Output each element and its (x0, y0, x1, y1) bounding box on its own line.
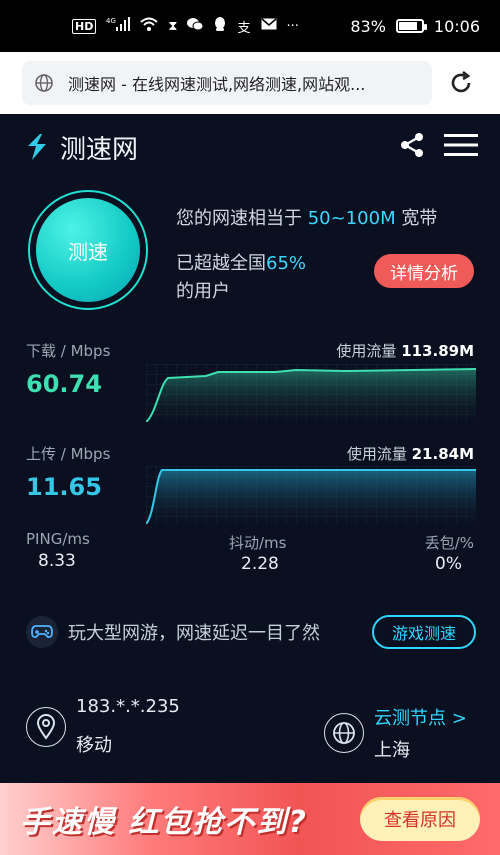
battery-icon (395, 19, 427, 33)
globe-node-icon (324, 713, 364, 753)
download-usage-value: 113.89M (401, 342, 474, 360)
client-ip: 183.*.*.235 (76, 696, 180, 717)
compare-suffix: 宽带 (401, 208, 438, 229)
status-right: 83% 10:06 (350, 17, 480, 36)
game-speed-row: 玩大型网游，网速延迟一目了然 游戏测速 (26, 612, 476, 652)
4g-signal-icon: 4G (106, 16, 131, 36)
loss-label: 丢包/% (424, 534, 474, 552)
upload-chart (146, 466, 476, 524)
site-header: 测速网 (0, 114, 500, 180)
reload-icon (451, 70, 471, 93)
download-usage-label: 使用流量 (336, 342, 397, 360)
client-info: 183.*.*.235 移动 (26, 696, 180, 757)
hourglass-icon: ⧗ (168, 18, 178, 34)
rank-text: 已超越全国65% 的用户 (176, 250, 306, 306)
rank-percent: 65% (266, 253, 307, 274)
battery-percent: 83% (350, 16, 386, 36)
node-text: 云测节点 > 上海 (374, 704, 467, 762)
ping-value: 8.33 (38, 551, 76, 571)
menu-icon[interactable] (444, 132, 478, 162)
download-chart (146, 364, 476, 422)
speed-test-ring: 测速 (28, 190, 148, 310)
game-promo-text: 玩大型网游，网速延迟一目了然 (68, 623, 320, 644)
promo-banner[interactable]: 手速慢 红包抢不到? 查看原因 (0, 783, 500, 855)
client-text: 183.*.*.235 移动 (76, 696, 180, 757)
upload-usage: 使用流量 21.84M (347, 443, 474, 464)
compare-prefix: 您的网速相当于 (176, 208, 302, 229)
view-reason-button[interactable]: 查看原因 (360, 797, 480, 841)
download-usage: 使用流量 113.89M (336, 340, 474, 361)
game-speed-test-button[interactable]: 游戏测速 (372, 615, 476, 649)
wifi-icon (140, 16, 159, 36)
svg-text:4G: 4G (106, 17, 116, 25)
start-test-button[interactable]: 测速 (36, 198, 140, 302)
status-bar: HD 4G ⧗ 支 ··· 83% 10:06 (0, 0, 500, 52)
loss-value: 0% (435, 554, 462, 574)
share-icon[interactable] (398, 131, 426, 163)
node-city: 上海 (374, 740, 410, 761)
url-title: 测速网 - 在线网速测试,网络测速,网站观... (68, 75, 366, 94)
alipay-icon: 支 (237, 20, 251, 36)
bandwidth-compare: 您的网速相当于 50~100M 宽带 (176, 204, 437, 230)
wechat-icon (187, 17, 204, 35)
compare-range: 50~100M (307, 208, 396, 229)
jitter-label: 抖动/ms (229, 534, 287, 552)
banner-text: 手速慢 红包抢不到? (20, 805, 308, 840)
node-info: 云测节点 > 上海 (324, 704, 467, 762)
jitter-value: 2.28 (241, 554, 279, 574)
upload-area (146, 470, 476, 524)
client-isp: 移动 (76, 735, 112, 756)
detail-analysis-button[interactable]: 详情分析 (374, 254, 474, 288)
location-pin-icon (26, 706, 66, 747)
upload-label: 上传 / Mbps (26, 445, 111, 463)
cloud-node-link[interactable]: 云测节点 > (374, 704, 467, 730)
qq-icon (213, 16, 227, 36)
reload-button[interactable] (444, 66, 478, 100)
more-icon: ··· (286, 18, 299, 34)
battery-level (398, 22, 418, 30)
rank-prefix: 已超越全国 (176, 253, 266, 274)
clock: 10:06 (433, 16, 480, 36)
brand-name: 测速网 (60, 134, 139, 165)
upload-usage-value: 21.84M (411, 445, 474, 463)
status-icons: HD 4G ⧗ 支 ··· (72, 16, 299, 36)
browser-address-bar: 测速网 - 在线网速测试,网络测速,网站观... (0, 52, 500, 114)
gamepad-icon (26, 616, 58, 648)
url-field[interactable]: 测速网 - 在线网速测试,网络测速,网站观... (22, 61, 432, 105)
globe-icon (35, 74, 53, 92)
ping-label: PING/ms (26, 530, 90, 548)
header-actions (398, 131, 478, 163)
rank-suffix: 的用户 (176, 281, 230, 302)
brand-logo[interactable]: 测速网 (22, 129, 138, 166)
upload-value: 11.65 (26, 473, 102, 501)
download-value: 60.74 (26, 370, 102, 398)
mail-icon (261, 18, 277, 34)
hd-icon: HD (72, 18, 97, 34)
download-label: 下载 / Mbps (26, 342, 111, 360)
logo-icon (28, 134, 46, 160)
upload-usage-label: 使用流量 (346, 445, 407, 463)
